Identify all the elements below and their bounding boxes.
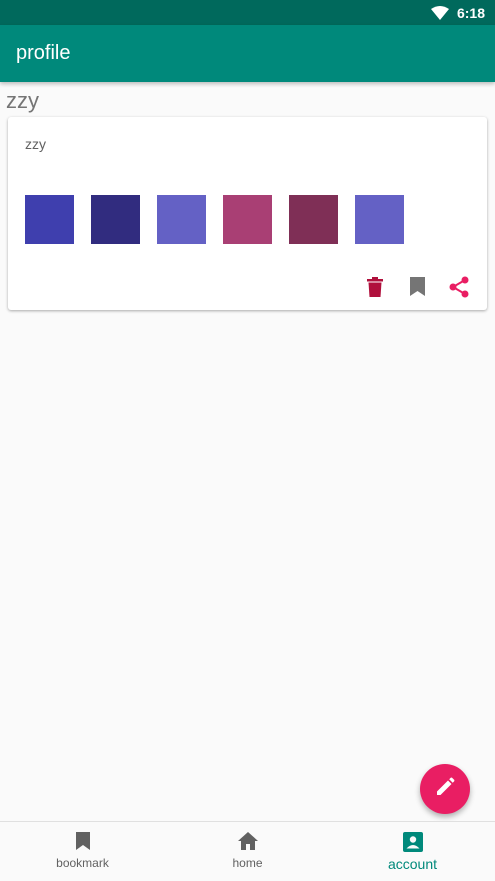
app-bar: profile (0, 25, 495, 82)
account-box-icon (402, 832, 423, 855)
nav-item-bookmark[interactable]: bookmark (0, 822, 165, 881)
bookmark-icon (409, 277, 425, 301)
edit-icon (435, 777, 455, 802)
nav-label-home: home (232, 856, 263, 870)
color-swatch[interactable] (157, 195, 206, 244)
color-swatches (25, 195, 404, 244)
color-swatch[interactable] (91, 195, 140, 244)
bookmark-button[interactable] (405, 277, 429, 301)
delete-icon (367, 276, 383, 302)
bookmark-icon (75, 832, 90, 853)
share-button[interactable] (447, 276, 471, 303)
wifi-icon (430, 5, 449, 20)
nav-item-account[interactable]: account (330, 822, 495, 881)
share-icon (449, 276, 469, 303)
nav-item-home[interactable]: home (165, 822, 330, 881)
home-icon (237, 832, 258, 853)
status-bar: 6:18 (0, 0, 495, 25)
section-title: zzy (6, 88, 39, 113)
color-swatch[interactable] (289, 195, 338, 244)
color-swatch[interactable] (25, 195, 74, 244)
nav-label-account: account (387, 856, 438, 872)
page-title: profile (16, 42, 71, 64)
status-time: 6:18 (456, 4, 485, 21)
color-swatch[interactable] (223, 195, 272, 244)
card-title: zzy (25, 136, 46, 152)
bottom-navigation: bookmark home account (0, 821, 495, 881)
edit-fab-button[interactable] (420, 764, 470, 814)
color-swatch[interactable] (355, 195, 404, 244)
card-actions (363, 276, 471, 303)
nav-label-bookmark: bookmark (56, 856, 109, 870)
palette-card[interactable]: zzy (8, 117, 487, 310)
delete-button[interactable] (363, 276, 387, 302)
